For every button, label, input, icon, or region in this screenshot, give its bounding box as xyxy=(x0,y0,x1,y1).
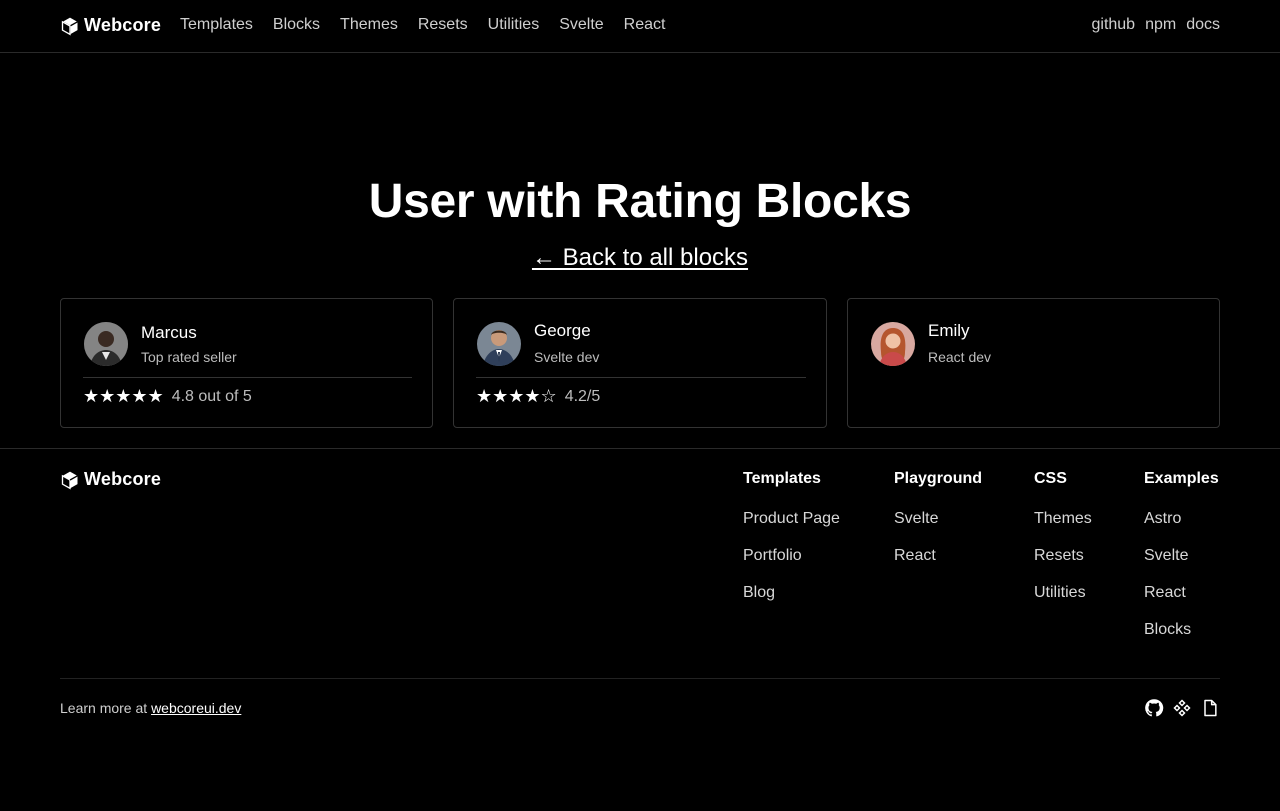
footer-divider xyxy=(60,678,1220,679)
footer-column-templates: Templates Product Page Portfolio Blog xyxy=(743,470,840,615)
rating: ★★★★☆ 4.2/5 xyxy=(476,386,600,407)
main-nav: Templates Blocks Themes Resets Utilities… xyxy=(180,16,665,34)
nav-github[interactable]: github xyxy=(1091,16,1135,34)
avatar xyxy=(84,322,128,366)
user-name: George xyxy=(534,321,591,340)
user-name: Emily xyxy=(928,321,970,340)
back-to-blocks-link[interactable]: ← Back to all blocks xyxy=(532,244,748,271)
back-link-wrapper: ← Back to all blocks xyxy=(0,244,1280,272)
footer-link-blog[interactable]: Blog xyxy=(743,584,775,601)
learn-more-text: Learn more at webcoreui.dev xyxy=(60,700,241,716)
nav-utilities[interactable]: Utilities xyxy=(488,16,540,34)
footer-column-playground: Playground Svelte React xyxy=(894,470,982,578)
brand-name: Webcore xyxy=(84,15,162,35)
nav-blocks[interactable]: Blocks xyxy=(273,16,320,34)
avatar xyxy=(477,322,521,366)
nav-npm[interactable]: npm xyxy=(1145,16,1176,34)
nav-resets[interactable]: Resets xyxy=(418,16,468,34)
nav-templates[interactable]: Templates xyxy=(180,16,253,34)
avatar xyxy=(871,322,915,366)
page-title: User with Rating Blocks xyxy=(368,175,912,228)
brand-name: Webcore xyxy=(84,469,162,489)
footer-link-utilities[interactable]: Utilities xyxy=(1034,584,1086,601)
rating: ★★★★★ 4.8 out of 5 xyxy=(83,386,252,407)
user-role: Svelte dev xyxy=(534,349,600,365)
divider xyxy=(476,377,806,378)
learn-more-prefix: Learn more at xyxy=(60,700,148,716)
footer-column-title: CSS xyxy=(1034,470,1067,487)
footer-link-react[interactable]: React xyxy=(1144,584,1186,601)
footer-link-blocks[interactable]: Blocks xyxy=(1144,621,1191,638)
cube-logo-icon xyxy=(61,17,78,35)
nav-docs[interactable]: docs xyxy=(1186,16,1220,34)
star-rating-icons: ★★★★☆ xyxy=(476,386,557,406)
nav-react[interactable]: React xyxy=(624,16,666,34)
footer-top-border xyxy=(0,448,1280,449)
npm-icon[interactable] xyxy=(1172,698,1192,718)
user-card: Emily React dev xyxy=(847,298,1220,428)
footer-column-examples: Examples Astro Svelte React Blocks xyxy=(1144,470,1219,652)
footer-column-title: Playground xyxy=(894,470,983,487)
footer-link-astro[interactable]: Astro xyxy=(1144,510,1181,527)
footer-column-css: CSS Themes Resets Utilities xyxy=(1034,470,1092,615)
footer-brand-logo-link[interactable]: Webcore xyxy=(60,469,161,490)
footer-link-resets[interactable]: Resets xyxy=(1034,547,1084,564)
user-rating-card: Marcus Top rated seller ★★★★★ 4.8 out of… xyxy=(60,298,433,428)
rating-text: 4.2/5 xyxy=(564,387,601,405)
top-navbar: Webcore Templates Blocks Themes Resets U… xyxy=(0,0,1280,53)
footer-link-svelte[interactable]: Svelte xyxy=(894,510,938,527)
webcoreui-link[interactable]: webcoreui.dev xyxy=(151,700,241,716)
nav-themes[interactable]: Themes xyxy=(340,16,398,34)
nav-svelte[interactable]: Svelte xyxy=(559,16,603,34)
docs-icon[interactable] xyxy=(1200,698,1220,718)
user-rating-card: George Svelte dev ★★★★☆ 4.2/5 xyxy=(453,298,827,428)
social-links xyxy=(1144,698,1220,718)
github-icon[interactable] xyxy=(1144,698,1164,718)
footer-column-title: Examples xyxy=(1144,470,1219,487)
external-nav: github npm docs xyxy=(1091,16,1220,34)
footer-column-title: Templates xyxy=(743,470,821,487)
star-rating-icons: ★★★★★ xyxy=(83,386,164,406)
footer-link-react[interactable]: React xyxy=(894,547,936,564)
footer-link-portfolio[interactable]: Portfolio xyxy=(743,547,802,564)
user-role: React dev xyxy=(928,349,992,365)
footer-link-product-page[interactable]: Product Page xyxy=(743,510,840,527)
footer-link-themes[interactable]: Themes xyxy=(1034,510,1092,527)
rating-text: 4.8 out of 5 xyxy=(171,387,252,405)
user-name: Marcus xyxy=(141,323,197,342)
user-role: Top rated seller xyxy=(141,349,237,365)
brand-logo-link[interactable]: Webcore xyxy=(60,15,161,36)
divider xyxy=(83,377,412,378)
cube-logo-icon xyxy=(61,471,78,489)
footer-link-svelte[interactable]: Svelte xyxy=(1144,547,1188,564)
